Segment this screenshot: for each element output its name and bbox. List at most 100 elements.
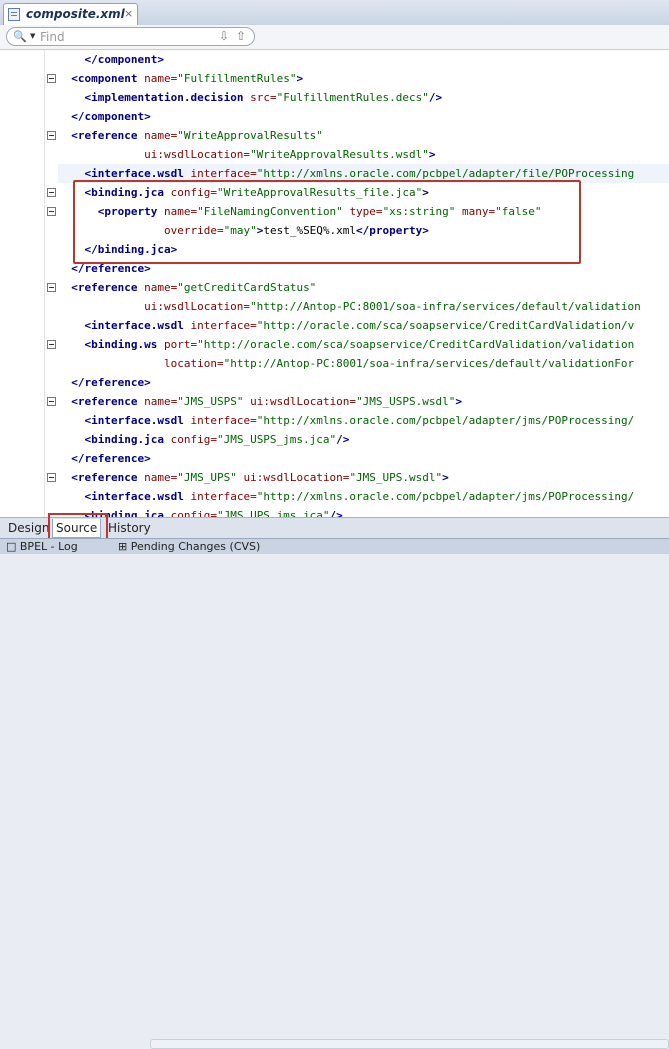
code-token: <reference: [71, 129, 145, 142]
code-token: />: [336, 433, 350, 446]
binoculars-icon[interactable]: 🔍: [13, 30, 27, 43]
code-token: "JMS_UPS_jms.jca": [216, 509, 330, 517]
code-token: <component: [71, 72, 145, 85]
code-line[interactable]: <component name="FulfillmentRules">: [58, 69, 303, 88]
editor-tab-bar: composite.xml ×: [0, 0, 669, 26]
code-token: "JMS_USPS.wsdl": [356, 395, 456, 408]
pending-changes-label: Pending Changes (CVS): [130, 540, 261, 553]
fold-toggle-icon[interactable]: [47, 340, 56, 349]
code-token: name=: [144, 471, 178, 484]
code-token: <interface.wsdl: [84, 414, 191, 427]
code-line[interactable]: <interface.wsdl interface="http://xmlns.…: [58, 411, 635, 430]
source-editor[interactable]: </component> <component name="Fulfillmen…: [0, 50, 669, 517]
pending-changes-tab[interactable]: ⊞ Pending Changes (CVS): [118, 540, 260, 554]
code-token: "http://xmlns.oracle.com/pcbpel/adapter/…: [256, 167, 635, 180]
code-token: <interface.wsdl: [84, 319, 191, 332]
find-input[interactable]: [40, 29, 210, 44]
fold-toggle-icon[interactable]: [47, 283, 56, 292]
code-token: "WriteApprovalResults.wsdl": [250, 148, 429, 161]
code-token: "JMS_UPS": [177, 471, 244, 484]
code-line[interactable]: </reference>: [58, 449, 151, 468]
code-token: </component>: [84, 53, 164, 66]
scrollbar-thumb[interactable]: [150, 1039, 669, 1049]
horizontal-scrollbar[interactable]: [150, 1039, 669, 1049]
fold-toggle-icon[interactable]: [47, 74, 56, 83]
tab-composite-xml[interactable]: composite.xml ×: [3, 3, 138, 25]
find-toolbar: 🔍 ▼ ⇩ ⇧: [0, 25, 669, 50]
code-token: interface=: [190, 319, 257, 332]
code-token: <binding.jca: [84, 433, 171, 446]
code-line[interactable]: <reference name="JMS_USPS" ui:wsdlLocati…: [58, 392, 462, 411]
xml-file-icon: [8, 8, 20, 21]
bpel-log-label: BPEL - Log: [19, 540, 78, 553]
code-token: "WriteApprovalResults": [177, 129, 323, 142]
code-token: config=: [170, 509, 217, 517]
tab-label: composite.xml: [26, 7, 125, 21]
code-token: <interface.wsdl: [84, 490, 191, 503]
fold-toggle-icon[interactable]: [47, 397, 56, 406]
bpel-log-tab[interactable]: □ BPEL - Log: [6, 540, 78, 554]
code-line[interactable]: <implementation.decision src="Fulfillmen…: [58, 88, 443, 107]
code-line[interactable]: location="http://Antop-PC:8001/soa-infra…: [58, 354, 634, 373]
code-token: <reference: [71, 395, 145, 408]
code-token: <reference: [71, 471, 145, 484]
code-token: name=: [144, 129, 178, 142]
code-token: location=: [163, 357, 224, 370]
code-token: interface=: [190, 490, 257, 503]
code-token: "http://Antop-PC:8001/soa-infra/services…: [250, 300, 641, 313]
code-token: >: [455, 395, 463, 408]
fold-toggle-icon[interactable]: [47, 131, 56, 140]
code-token: ui:wsdlLocation=: [144, 148, 251, 161]
code-line[interactable]: ui:wsdlLocation="http://Antop-PC:8001/so…: [58, 297, 641, 316]
tab-design[interactable]: Design: [5, 519, 52, 537]
code-token: "http://oracle.com/sca/soapservice/Credi…: [256, 319, 635, 332]
code-token: name=: [144, 395, 178, 408]
fold-toggle-icon[interactable]: [47, 473, 56, 482]
code-line[interactable]: <reference name="getCreditCardStatus": [58, 278, 316, 297]
code-token: "JMS_USPS": [177, 395, 251, 408]
code-token: </reference>: [71, 452, 151, 465]
code-token: "http://oracle.com/sca/soapservice/Credi…: [197, 338, 635, 351]
code-token: <implementation.decision: [84, 91, 251, 104]
close-icon[interactable]: ×: [124, 7, 133, 20]
code-token: "getCreditCardStatus": [177, 281, 317, 294]
code-token: ui:wsdlLocation=: [250, 395, 357, 408]
code-line[interactable]: <binding.jca config="JMS_USPS_jms.jca"/>: [58, 430, 350, 449]
code-line[interactable]: <interface.wsdl interface="http://oracle…: [58, 316, 635, 335]
tab-history[interactable]: History: [105, 519, 154, 537]
bottom-panel-tabs: □ BPEL - Log ⊞ Pending Changes (CVS): [0, 538, 669, 554]
fold-toggle-icon[interactable]: [47, 207, 56, 216]
code-line[interactable]: <binding.ws port="http://oracle.com/sca/…: [58, 335, 635, 354]
code-line[interactable]: <reference name="WriteApprovalResults": [58, 126, 323, 145]
code-line[interactable]: </reference>: [58, 373, 150, 392]
code-line[interactable]: <interface.wsdl interface="http://xmlns.…: [58, 487, 635, 506]
code-line[interactable]: </component>: [58, 50, 164, 69]
code-line[interactable]: </component>: [58, 107, 150, 126]
line-gutter: [0, 50, 44, 517]
dropdown-arrow-icon[interactable]: ▼: [30, 32, 35, 40]
find-next-icon[interactable]: ⇩: [219, 29, 229, 43]
code-token: "http://xmlns.oracle.com/pcbpel/adapter/…: [256, 490, 635, 503]
code-line[interactable]: <reference name="JMS_UPS" ui:wsdlLocatio…: [58, 468, 449, 487]
code-line[interactable]: ui:wsdlLocation="WriteApprovalResults.ws…: [58, 145, 435, 164]
fold-toggle-icon[interactable]: [47, 188, 56, 197]
code-token: ui:wsdlLocation=: [243, 471, 350, 484]
code-token: ui:wsdlLocation=: [144, 300, 251, 313]
code-token: />: [329, 509, 343, 517]
find-previous-icon[interactable]: ⇧: [236, 29, 246, 43]
code-token: port=: [163, 338, 198, 351]
code-token: src=: [250, 91, 277, 104]
